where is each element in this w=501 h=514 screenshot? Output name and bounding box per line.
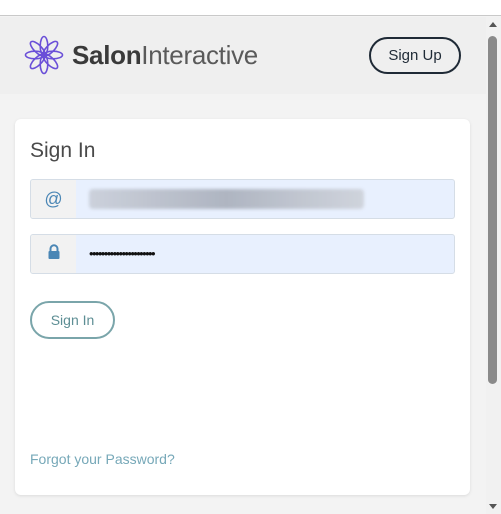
browser-top-bar	[0, 0, 501, 16]
site-header: SalonInteractive Sign Up	[0, 17, 486, 94]
flower-logo-icon	[24, 35, 64, 75]
page-title: Sign In	[30, 139, 96, 162]
email-addon: @	[31, 180, 76, 218]
at-icon: @	[44, 188, 63, 209]
sign-in-button[interactable]: Sign In	[30, 301, 115, 339]
password-value: ••••••••••••••••••••••	[89, 246, 156, 261]
brand-name: SalonInteractive	[72, 35, 258, 75]
email-value-blurred	[89, 189, 364, 209]
scroll-down-arrow-icon[interactable]	[489, 504, 497, 509]
email-field[interactable]: @	[30, 179, 455, 219]
scroll-up-arrow-icon[interactable]	[489, 22, 497, 27]
brand-name-part1: Salon	[72, 40, 142, 70]
sign-up-button[interactable]: Sign Up	[369, 37, 461, 74]
scrollbar-thumb[interactable]	[488, 36, 497, 384]
forgot-password-link[interactable]: Forgot your Password?	[30, 451, 175, 467]
password-field[interactable]: ••••••••••••••••••••••	[30, 234, 455, 274]
password-addon	[31, 235, 76, 273]
lock-icon	[47, 243, 61, 265]
sign-in-card: Sign In @ •••••••••••••••••••••• Sign In…	[15, 119, 470, 495]
brand-name-part2: Interactive	[141, 40, 258, 70]
brand-logo[interactable]: SalonInteractive	[24, 35, 258, 75]
